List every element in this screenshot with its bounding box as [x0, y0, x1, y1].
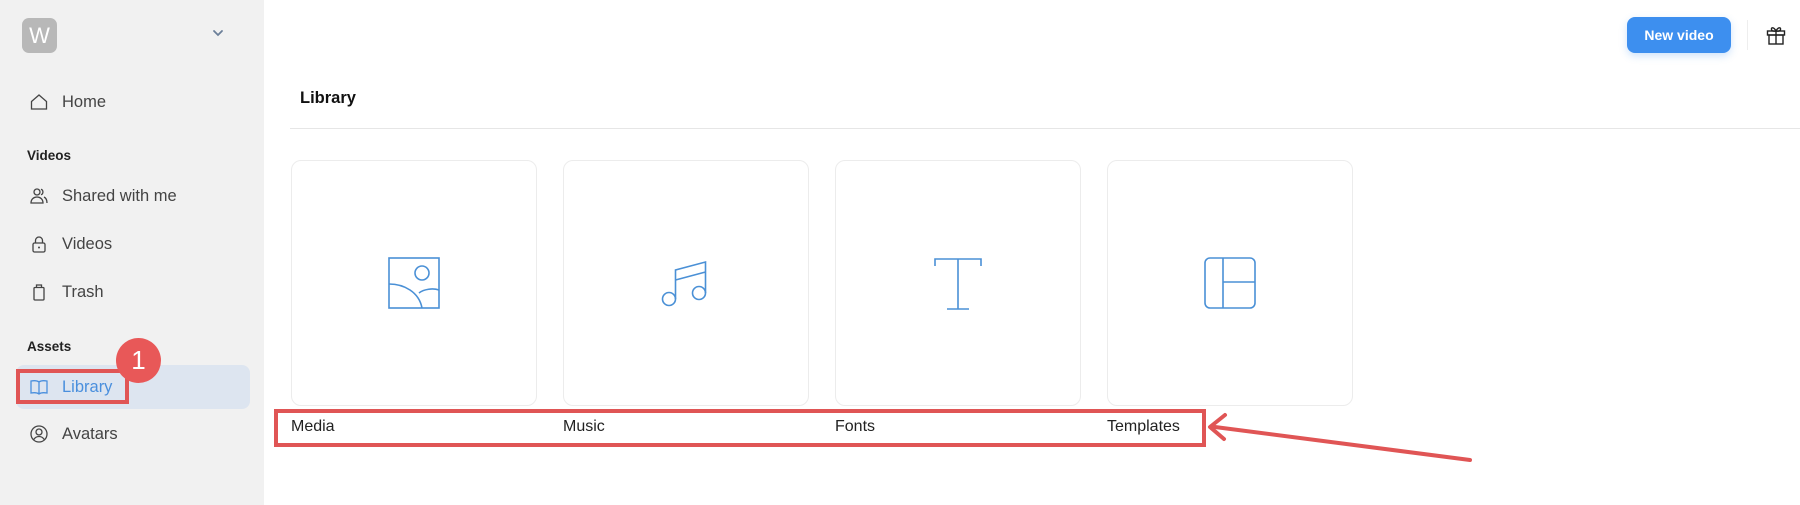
app: W Home Videos Shared with me Videos Tras… — [0, 0, 1800, 505]
annotation-box-library — [16, 369, 129, 404]
home-icon — [29, 92, 49, 112]
section-label-videos: Videos — [27, 148, 72, 163]
new-video-button[interactable]: New video — [1627, 17, 1731, 53]
sidebar-item-trash[interactable]: Trash — [16, 271, 250, 313]
sidebar-item-label: Videos — [62, 234, 113, 253]
annotation-box-card-labels — [274, 409, 1206, 447]
sidebar-item-avatars[interactable]: Avatars — [16, 413, 250, 455]
page-title: Library — [300, 89, 356, 107]
lock-icon — [29, 234, 49, 254]
sidebar: W Home Videos Shared with me Videos Tras… — [0, 0, 264, 505]
trash-icon — [29, 282, 49, 302]
sidebar-item-label: Shared with me — [62, 186, 177, 205]
library-card-templates[interactable] — [1107, 160, 1353, 406]
sidebar-item-label: Home — [62, 92, 107, 111]
user-circle-icon — [29, 424, 49, 444]
sidebar-item-label: Avatars — [62, 424, 118, 443]
workspace-avatar[interactable]: W — [22, 18, 57, 53]
library-card-music[interactable] — [563, 160, 809, 406]
library-card-media[interactable] — [291, 160, 537, 406]
music-icon — [661, 260, 707, 307]
sidebar-item-videos[interactable]: Videos — [16, 223, 250, 265]
section-label-assets: Assets — [27, 339, 72, 354]
workspace-initial: W — [29, 22, 50, 48]
users-icon — [29, 186, 49, 206]
title-divider — [290, 128, 1800, 129]
topbar-divider — [1747, 20, 1748, 50]
chevron-down-icon[interactable] — [210, 25, 226, 41]
layout-icon — [1204, 257, 1256, 309]
image-icon — [388, 257, 440, 309]
library-card-fonts[interactable] — [835, 160, 1081, 406]
sidebar-item-shared-with-me[interactable]: Shared with me — [16, 175, 250, 217]
gift-icon[interactable] — [1765, 24, 1787, 46]
annotation-arrow-icon — [1208, 413, 1472, 462]
text-icon — [934, 258, 982, 310]
annotation-badge: 1 — [116, 338, 161, 383]
sidebar-item-label: Trash — [62, 282, 104, 301]
sidebar-item-home[interactable]: Home — [16, 81, 250, 123]
